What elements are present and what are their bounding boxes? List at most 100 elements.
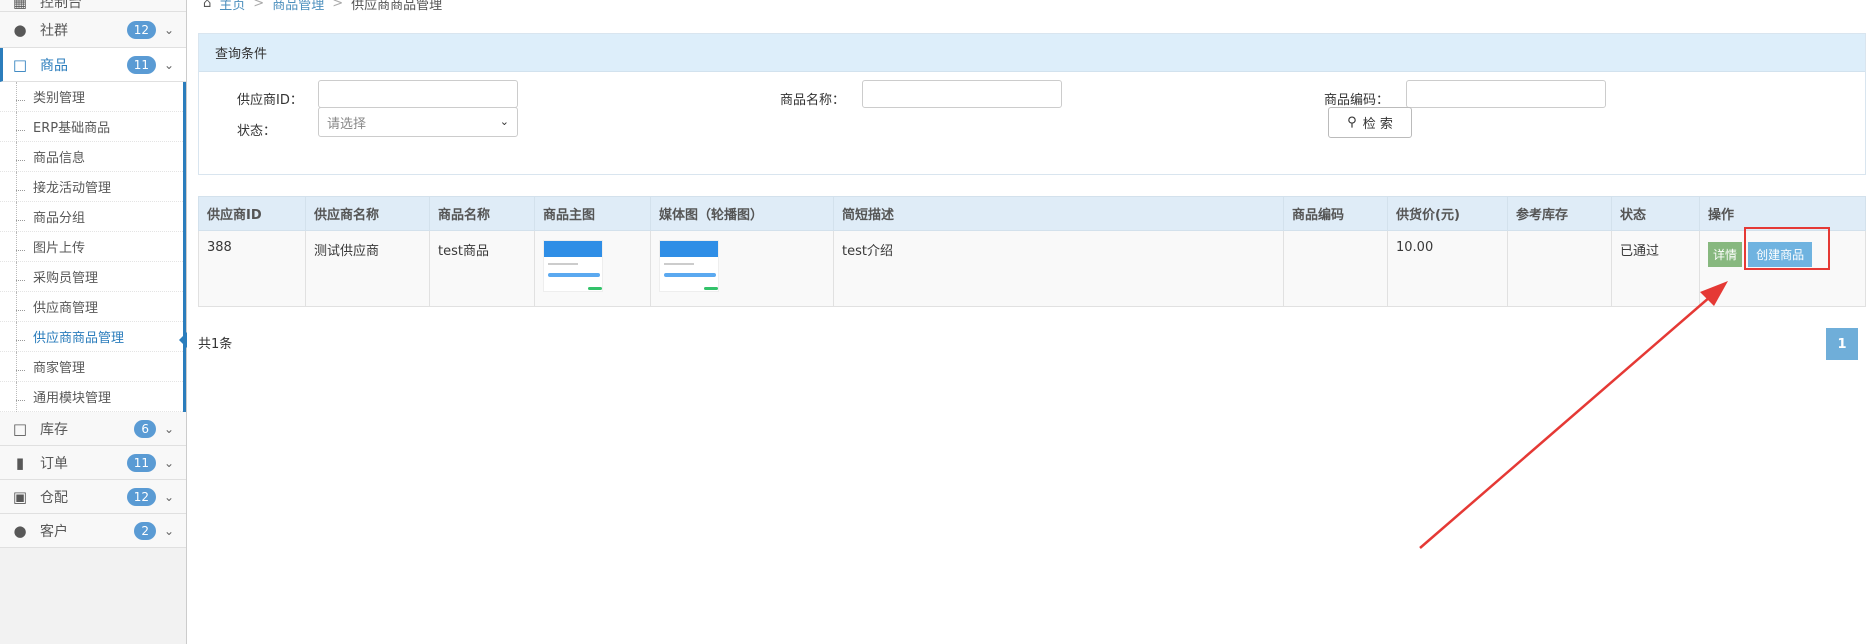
nav-label: 社群 [40, 22, 68, 39]
column-header: 操作 [1699, 196, 1866, 231]
breadcrumb-separator: > [332, 0, 344, 11]
home-icon[interactable]: ⌂ [203, 0, 211, 11]
products-submenu: 类别管理 ERP基础商品 商品信息 接龙活动管理 商品分组 图片上传 采购员管理… [0, 82, 187, 418]
submenu-label: ERP基础商品 [33, 121, 111, 136]
nav-label: 商品 [40, 57, 68, 74]
nav-label: 控制台 [40, 0, 82, 11]
table-header-row: 供应商ID 供应商名称 商品名称 商品主图 媒体图（轮播图） 简短描述 商品编码… [198, 196, 1866, 231]
chevron-down-icon: ⌄ [163, 57, 174, 72]
count-badge: 12 [126, 487, 156, 506]
cell-price: 10.00 [1387, 230, 1508, 307]
detail-button[interactable]: 详情 [1708, 242, 1743, 267]
nav-label: 订单 [40, 455, 68, 472]
cell-main-image [534, 230, 651, 307]
column-header: 参考库存 [1507, 196, 1612, 231]
submenu-label: 采购员管理 [33, 271, 99, 286]
count-badge: 6 [134, 419, 156, 438]
cell-product-name: test商品 [429, 230, 535, 307]
product-code-input[interactable] [1406, 80, 1606, 108]
search-button-label: 检 索 [1362, 117, 1393, 132]
cell-media-image [650, 230, 834, 307]
sidebar: ▦ 控制台 ● 社群 12 ⌄ □ 商品 11 ⌄ 类别管理 ERP基础商品 商… [0, 0, 187, 644]
file-icon: □ [12, 55, 28, 74]
nav-dashboard[interactable]: ▦ 控制台 [0, 0, 186, 12]
chevron-down-icon: ⌄ [163, 455, 174, 470]
page-button-current[interactable]: 1 [1826, 328, 1858, 360]
supplier-product-table: 供应商ID 供应商名称 商品名称 商品主图 媒体图（轮播图） 简短描述 商品编码… [198, 196, 1866, 307]
submenu-item[interactable]: 商品分组 [0, 202, 183, 238]
search-button[interactable]: ⚲ 检 索 [1328, 107, 1412, 138]
status-label: 状态： [237, 124, 277, 139]
column-header: 状态 [1611, 196, 1700, 231]
breadcrumb-separator: > [253, 0, 265, 11]
submenu-item[interactable]: 商品信息 [0, 142, 183, 178]
nav-label: 仓配 [40, 489, 68, 506]
column-header: 商品编码 [1283, 196, 1388, 231]
breadcrumb-current: 供应商商品管理 [351, 0, 443, 13]
truck-icon: ▣ [12, 487, 28, 506]
query-panel: 查询条件 供应商ID： 商品名称： 商品编码： 状态： 请选择 ⌄ ⚲ 检 索 [198, 33, 1866, 175]
chevron-down-icon: ⌄ [163, 22, 174, 37]
nav-label: 库存 [40, 421, 68, 438]
submenu-item-active[interactable]: 供应商商品管理 [0, 322, 187, 358]
submenu-label: 供应商管理 [33, 301, 99, 316]
column-header: 商品名称 [429, 196, 535, 231]
submenu-item[interactable]: 商家管理 [0, 352, 183, 388]
column-header: 简短描述 [833, 196, 1284, 231]
status-select[interactable]: 请选择 ⌄ [318, 107, 518, 137]
nav-orders[interactable]: ▮ 订单 11 ⌄ [0, 446, 186, 480]
create-product-button[interactable]: 创建商品 [1748, 242, 1813, 267]
column-header: 媒体图（轮播图） [650, 196, 834, 231]
count-badge: 2 [134, 521, 156, 540]
product-name-label: 商品名称： [780, 93, 846, 108]
search-icon: ⚲ [1347, 115, 1357, 130]
column-header: 供货价(元) [1387, 196, 1508, 231]
nav-label: 客户 [40, 523, 68, 540]
submenu-item[interactable]: 供应商管理 [0, 292, 183, 328]
dashboard-icon: ▦ [12, 0, 28, 11]
users-icon: ● [13, 521, 27, 540]
cell-supplier-id: 388 [198, 230, 306, 307]
submenu-item[interactable]: 采购员管理 [0, 262, 183, 298]
breadcrumb-link[interactable]: 商品管理 [272, 0, 324, 13]
table-row: 388 测试供应商 test商品 test介绍 10.00 已通过 详情 创建商… [198, 230, 1866, 307]
total-count: 共1条 [198, 337, 233, 352]
main-content: ⌂ 主页 > 商品管理 > 供应商商品管理 查询条件 供应商ID： 商品名称： … [188, 0, 1866, 644]
active-indicator [179, 332, 187, 348]
status-select-value: 请选择 [327, 116, 367, 132]
submenu-label: 商家管理 [33, 361, 86, 376]
count-badge: 11 [126, 55, 156, 74]
submenu-item[interactable]: 类别管理 [0, 82, 183, 118]
submenu-label: 通用模块管理 [33, 391, 112, 406]
nav-customers[interactable]: ● 客户 2 ⌄ [0, 514, 186, 548]
nav-warehouse[interactable]: ▣ 仓配 12 ⌄ [0, 480, 186, 514]
product-media-image[interactable] [659, 240, 719, 292]
supplier-id-label: 供应商ID： [237, 93, 303, 108]
chevron-down-icon: ⌄ [499, 115, 509, 128]
submenu-item[interactable]: 接龙活动管理 [0, 172, 183, 208]
nav-inventory[interactable]: □ 库存 6 ⌄ [0, 412, 186, 446]
nav-community[interactable]: ● 社群 12 ⌄ [0, 12, 186, 48]
submenu-item[interactable]: 通用模块管理 [0, 382, 183, 418]
chevron-down-icon: ⌄ [163, 421, 174, 436]
count-badge: 12 [126, 20, 156, 39]
product-main-image[interactable] [543, 240, 603, 292]
nav-products[interactable]: □ 商品 11 ⌄ [0, 48, 186, 82]
book-icon: ▮ [15, 453, 25, 472]
cell-description: test介绍 [833, 230, 1284, 307]
submenu-label: 商品信息 [33, 151, 86, 166]
cell-stock [1507, 230, 1612, 307]
breadcrumb-home-link[interactable]: 主页 [219, 0, 245, 13]
product-name-input[interactable] [862, 80, 1062, 108]
column-header: 商品主图 [534, 196, 651, 231]
submenu-label: 供应商商品管理 [33, 331, 125, 346]
query-panel-title: 查询条件 [199, 34, 1865, 72]
submenu-label: 图片上传 [33, 241, 86, 256]
supplier-id-input[interactable] [318, 80, 518, 108]
cell-code [1283, 230, 1388, 307]
submenu-item[interactable]: 图片上传 [0, 232, 183, 268]
cell-supplier-name: 测试供应商 [305, 230, 430, 307]
users-icon: ● [13, 20, 27, 39]
submenu-label: 接龙活动管理 [33, 181, 112, 196]
submenu-item[interactable]: ERP基础商品 [0, 112, 183, 148]
